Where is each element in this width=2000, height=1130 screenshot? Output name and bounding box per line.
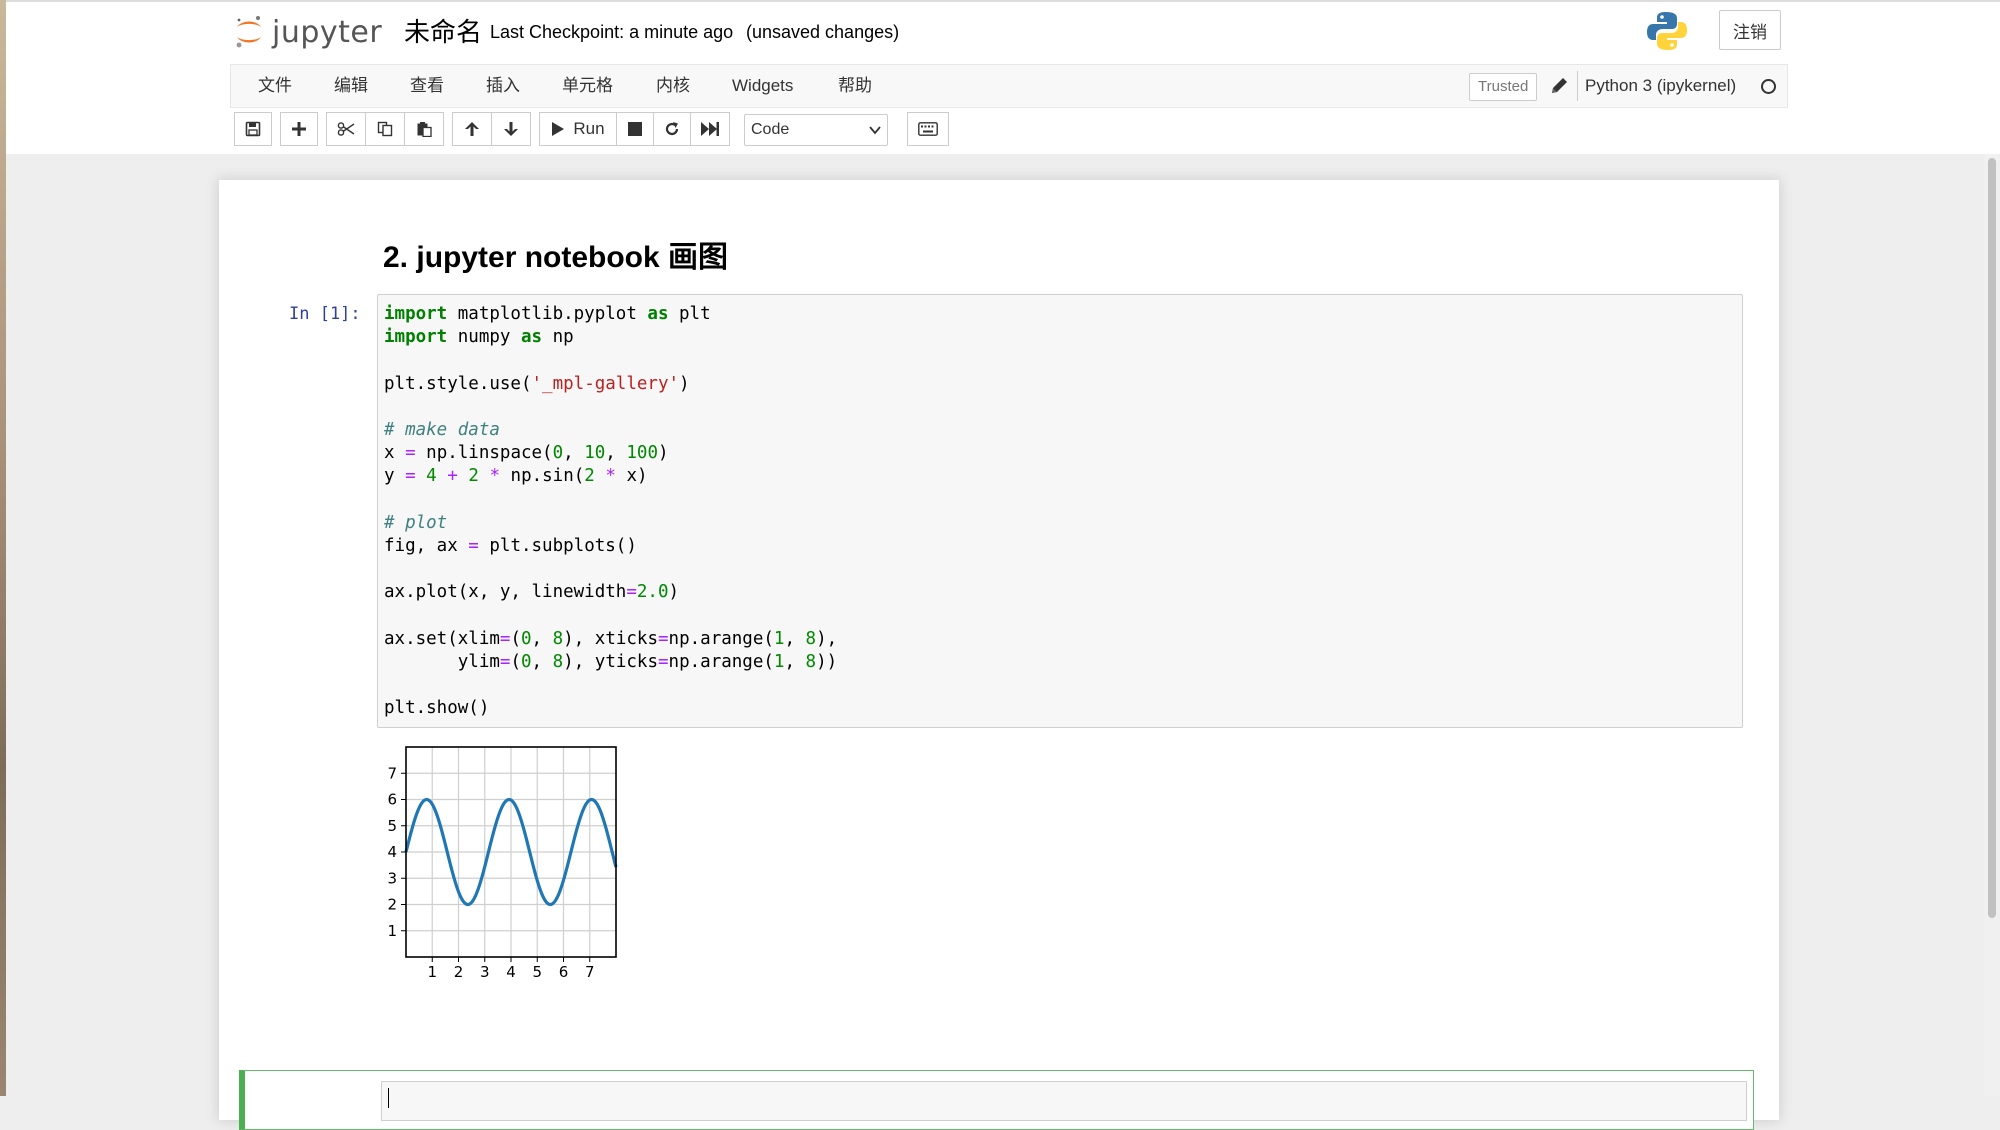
command-palette-button[interactable] <box>907 112 949 146</box>
fast-forward-icon <box>701 122 719 136</box>
trusted-badge[interactable]: Trusted <box>1469 73 1538 101</box>
menu-edit[interactable]: 编辑 <box>334 65 368 107</box>
x-tick-label: 5 <box>532 963 542 981</box>
input-prompt: In [1]: <box>289 304 361 324</box>
empty-code-input[interactable] <box>381 1081 1747 1121</box>
stop-icon <box>628 122 642 136</box>
chevron-down-icon <box>869 126 881 135</box>
paste-button[interactable] <box>404 112 444 146</box>
jupyter-wordmark: jupyter <box>272 14 383 50</box>
pencil-icon[interactable] <box>1549 75 1569 97</box>
save-icon <box>245 121 261 137</box>
plot-grid <box>406 747 616 957</box>
jupyter-logo[interactable]: jupyter <box>234 10 382 54</box>
cut-button[interactable] <box>326 112 366 146</box>
autosave-status: (unsaved changes) <box>746 22 900 42</box>
notebook-container: 2. jupyter notebook 画图 In [1]: import ma… <box>219 180 1779 1130</box>
logout-button[interactable]: 注销 <box>1719 10 1781 50</box>
x-tick-label: 3 <box>480 963 490 981</box>
insert-cell-button[interactable] <box>280 112 318 146</box>
x-tick-label: 1 <box>427 963 437 981</box>
arrow-up-icon <box>465 122 479 136</box>
arrow-down-icon <box>504 122 518 136</box>
run-label: Run <box>573 119 605 138</box>
menu-file[interactable]: 文件 <box>258 65 292 107</box>
x-tick-label: 4 <box>506 963 516 981</box>
copy-button[interactable] <box>365 112 405 146</box>
move-down-button[interactable] <box>491 112 531 146</box>
x-tick-label: 6 <box>559 963 569 981</box>
y-tick-label: 6 <box>387 791 397 809</box>
cut-icon <box>337 122 355 136</box>
y-tick-label: 1 <box>387 922 397 940</box>
y-tick-label: 3 <box>387 869 397 887</box>
text-cursor <box>388 1088 389 1108</box>
menu-view[interactable]: 查看 <box>410 65 444 107</box>
paste-icon <box>417 122 432 137</box>
cell-type-select[interactable]: Code <box>744 114 888 146</box>
divider <box>1577 71 1578 101</box>
y-tick-label: 4 <box>387 843 397 861</box>
jupyter-logo-icon <box>236 16 261 48</box>
scrollbar-thumb[interactable] <box>1988 158 1996 918</box>
selected-empty-cell[interactable] <box>239 1070 1754 1130</box>
interrupt-button[interactable] <box>616 112 654 146</box>
y-tick-label: 2 <box>387 896 397 914</box>
x-tick-label: 7 <box>585 963 595 981</box>
code-cell-input[interactable]: import matplotlib.pyplot as plt import n… <box>377 294 1743 728</box>
restart-icon <box>665 122 679 136</box>
run-button[interactable]: Run <box>539 112 617 146</box>
python-logo-icon <box>1647 12 1687 50</box>
copy-icon <box>377 121 393 137</box>
page-scrollbar[interactable] <box>1984 154 2000 1096</box>
menu-help[interactable]: 帮助 <box>838 65 872 107</box>
notebook-header: jupyter 未命名 Last Checkpoint: a minute ag… <box>6 0 2000 154</box>
notebook-name[interactable]: 未命名 <box>404 12 482 49</box>
menu-widgets[interactable]: Widgets <box>732 65 793 107</box>
save-button[interactable] <box>234 112 272 146</box>
code-editor[interactable]: import matplotlib.pyplot as plt import n… <box>384 303 837 721</box>
y-tick-label: 7 <box>387 764 397 782</box>
menu-cell[interactable]: 单元格 <box>562 65 613 107</box>
cell-type-value: Code <box>751 121 790 138</box>
restart-run-all-button[interactable] <box>690 112 730 146</box>
browser-window: jupyter 未命名 Last Checkpoint: a minute ag… <box>6 0 2000 1130</box>
output-plot: 1 2 3 4 5 6 71234567 <box>387 746 618 981</box>
kernel-name[interactable]: Python 3 (ipykernel) <box>1585 65 1736 107</box>
plus-icon <box>292 122 306 136</box>
play-icon <box>552 122 565 136</box>
markdown-heading[interactable]: 2. jupyter notebook 画图 <box>383 232 728 276</box>
kernel-idle-indicator-icon <box>1761 79 1776 94</box>
menu-insert[interactable]: 插入 <box>486 65 520 107</box>
x-tick-label: 2 <box>454 963 464 981</box>
move-up-button[interactable] <box>452 112 492 146</box>
menubar: 文件 编辑 查看 插入 单元格 内核 Widgets 帮助 Trusted Py… <box>230 64 1788 108</box>
keyboard-icon <box>918 122 938 136</box>
restart-button[interactable] <box>653 112 691 146</box>
y-tick-label: 5 <box>387 817 397 835</box>
menu-kernel[interactable]: 内核 <box>656 65 690 107</box>
checkpoint-status: Last Checkpoint: a minute ago <box>490 22 734 42</box>
